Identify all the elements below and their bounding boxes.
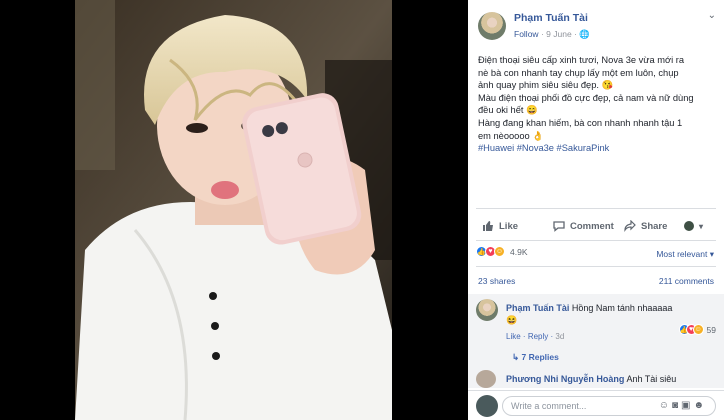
post-side-panel: Phạm Tuấn Tài Follow · 9 June · 🌐 ⌄ Điện…: [468, 0, 724, 420]
globe-icon: [684, 221, 694, 231]
separator-dot: ·: [522, 332, 526, 341]
comment-text: Hồng Nam tánh nhaaaaa: [571, 303, 673, 313]
caption-line: Màu điện thoại phối đồ cực đẹp, cả nam v…: [478, 92, 694, 103]
like-icon: [483, 221, 493, 231]
post-header: Phạm Tuấn Tài Follow · 9 June · 🌐 ⌄: [468, 0, 724, 46]
comment-placeholder: Write a comment...: [511, 401, 587, 411]
comment-author[interactable]: Phương Nhi Nguyễn Hoàng: [506, 374, 624, 384]
globe-icon: 🌐: [579, 29, 590, 39]
comment-reaction-count: 59: [706, 324, 716, 335]
comment-text: Anh Tài siêu: [626, 374, 677, 384]
my-avatar: [476, 395, 498, 417]
comment-label: Comment: [570, 220, 614, 232]
comment-input[interactable]: Write a comment... ☺◙▣☻: [502, 396, 716, 416]
share-icon: [624, 220, 636, 232]
like-button[interactable]: Like: [482, 220, 518, 232]
comment-like-link[interactable]: Like: [506, 332, 521, 341]
photo-viewer: Phạm Tuấn Tài Follow · 9 June · 🌐 ⌄ Điện…: [0, 0, 724, 420]
emoji-icon[interactable]: ☺: [659, 400, 672, 411]
meta-dot: ·: [574, 29, 577, 39]
share-label: Share: [641, 220, 668, 232]
chevron-down-icon: ▾: [709, 249, 714, 259]
comment-button[interactable]: Comment: [553, 220, 614, 232]
caption-line: em nèooooo 👌: [478, 130, 544, 141]
share-button[interactable]: Share: [624, 220, 667, 232]
comment-reactions[interactable]: 👍 ♥ ☺ 59: [678, 324, 716, 335]
comment-age[interactable]: 3d: [555, 332, 564, 341]
chevron-down-icon: ▾: [699, 221, 704, 231]
divider: [476, 208, 716, 209]
comment-actions: Like · Reply · 3d: [506, 332, 564, 341]
photo-image: [75, 0, 392, 420]
divider: [476, 240, 716, 241]
view-replies-link[interactable]: ↳ 7 Replies: [512, 352, 559, 363]
meta-dot: ·: [540, 29, 544, 39]
separator-dot: ·: [550, 332, 554, 341]
reply-arrow-icon: ↳: [512, 352, 520, 362]
camera-icon[interactable]: ◙: [672, 400, 681, 411]
haha-reaction-icon: ☺: [494, 246, 505, 257]
comment-author[interactable]: Phạm Tuấn Tài: [506, 303, 569, 313]
comment-composer: Write a comment... ☺◙▣☻: [468, 390, 724, 420]
post-stats: 23 shares 211 comments: [478, 276, 714, 286]
caption-line: đều oki hết 😄: [478, 105, 538, 116]
caption-line: Điện thoại siêu cấp xinh tươi, Nova 3e v…: [478, 55, 685, 65]
caption-line: Hàng đang khan hiếm, bà con nhanh nhanh …: [478, 117, 683, 128]
post-caption: Điện thoại siêu cấp xinh tươi, Nova 3e v…: [468, 46, 724, 155]
comments-section: Phạm Tuấn Tài Hồng Nam tánh nhaaaaa 😆 Li…: [468, 294, 724, 388]
comment-avatar[interactable]: [476, 370, 496, 388]
comment-reply-link[interactable]: Reply: [528, 332, 548, 341]
caption-line: nè bà con nhanh tay chụp lấy một em luôn…: [478, 67, 679, 78]
author-avatar[interactable]: [478, 12, 506, 40]
comment-body: Phạm Tuấn Tài Hồng Nam tánh nhaaaaa 😆: [506, 302, 716, 326]
sort-label: Most relevant: [656, 249, 708, 259]
caption-line: ảnh quay phim siêu siêu đẹp. 😘: [478, 80, 614, 91]
author-name[interactable]: Phạm Tuấn Tài: [514, 12, 588, 24]
comments-link[interactable]: 211 comments: [659, 276, 714, 286]
gif-icon[interactable]: ▣: [681, 400, 693, 411]
post-date[interactable]: 9 June: [546, 29, 572, 39]
audience-selector[interactable]: ▾: [684, 221, 703, 231]
reaction-summary[interactable]: 👍 ♥ ☺ 4.9K: [476, 246, 528, 257]
comment-avatar[interactable]: [476, 299, 498, 321]
comment-body: Phương Nhi Nguyễn Hoàng Anh Tài siêu: [506, 374, 676, 384]
sticker-icon[interactable]: ☻: [693, 400, 707, 411]
comment-icon: [553, 221, 565, 232]
post-actions: Like Comment Share ▾: [468, 214, 724, 238]
follow-link[interactable]: Follow: [514, 29, 539, 39]
like-label: Like: [499, 220, 519, 232]
divider: [476, 266, 716, 267]
shares-link[interactable]: 23 shares: [478, 276, 515, 286]
haha-reaction-icon: ☺: [692, 324, 704, 335]
post-photo[interactable]: [75, 0, 392, 420]
chevron-down-icon[interactable]: ⌄: [708, 10, 716, 21]
hashtags[interactable]: #Huawei #Nova3e #SakuraPink: [478, 142, 714, 155]
post-meta: Follow · 9 June · 🌐: [514, 29, 590, 40]
sort-dropdown[interactable]: Most relevant ▾: [656, 249, 714, 260]
reaction-count: 4.9K: [510, 246, 528, 257]
replies-label: 7 Replies: [521, 352, 559, 362]
composer-tools: ☺◙▣☻: [659, 400, 707, 411]
